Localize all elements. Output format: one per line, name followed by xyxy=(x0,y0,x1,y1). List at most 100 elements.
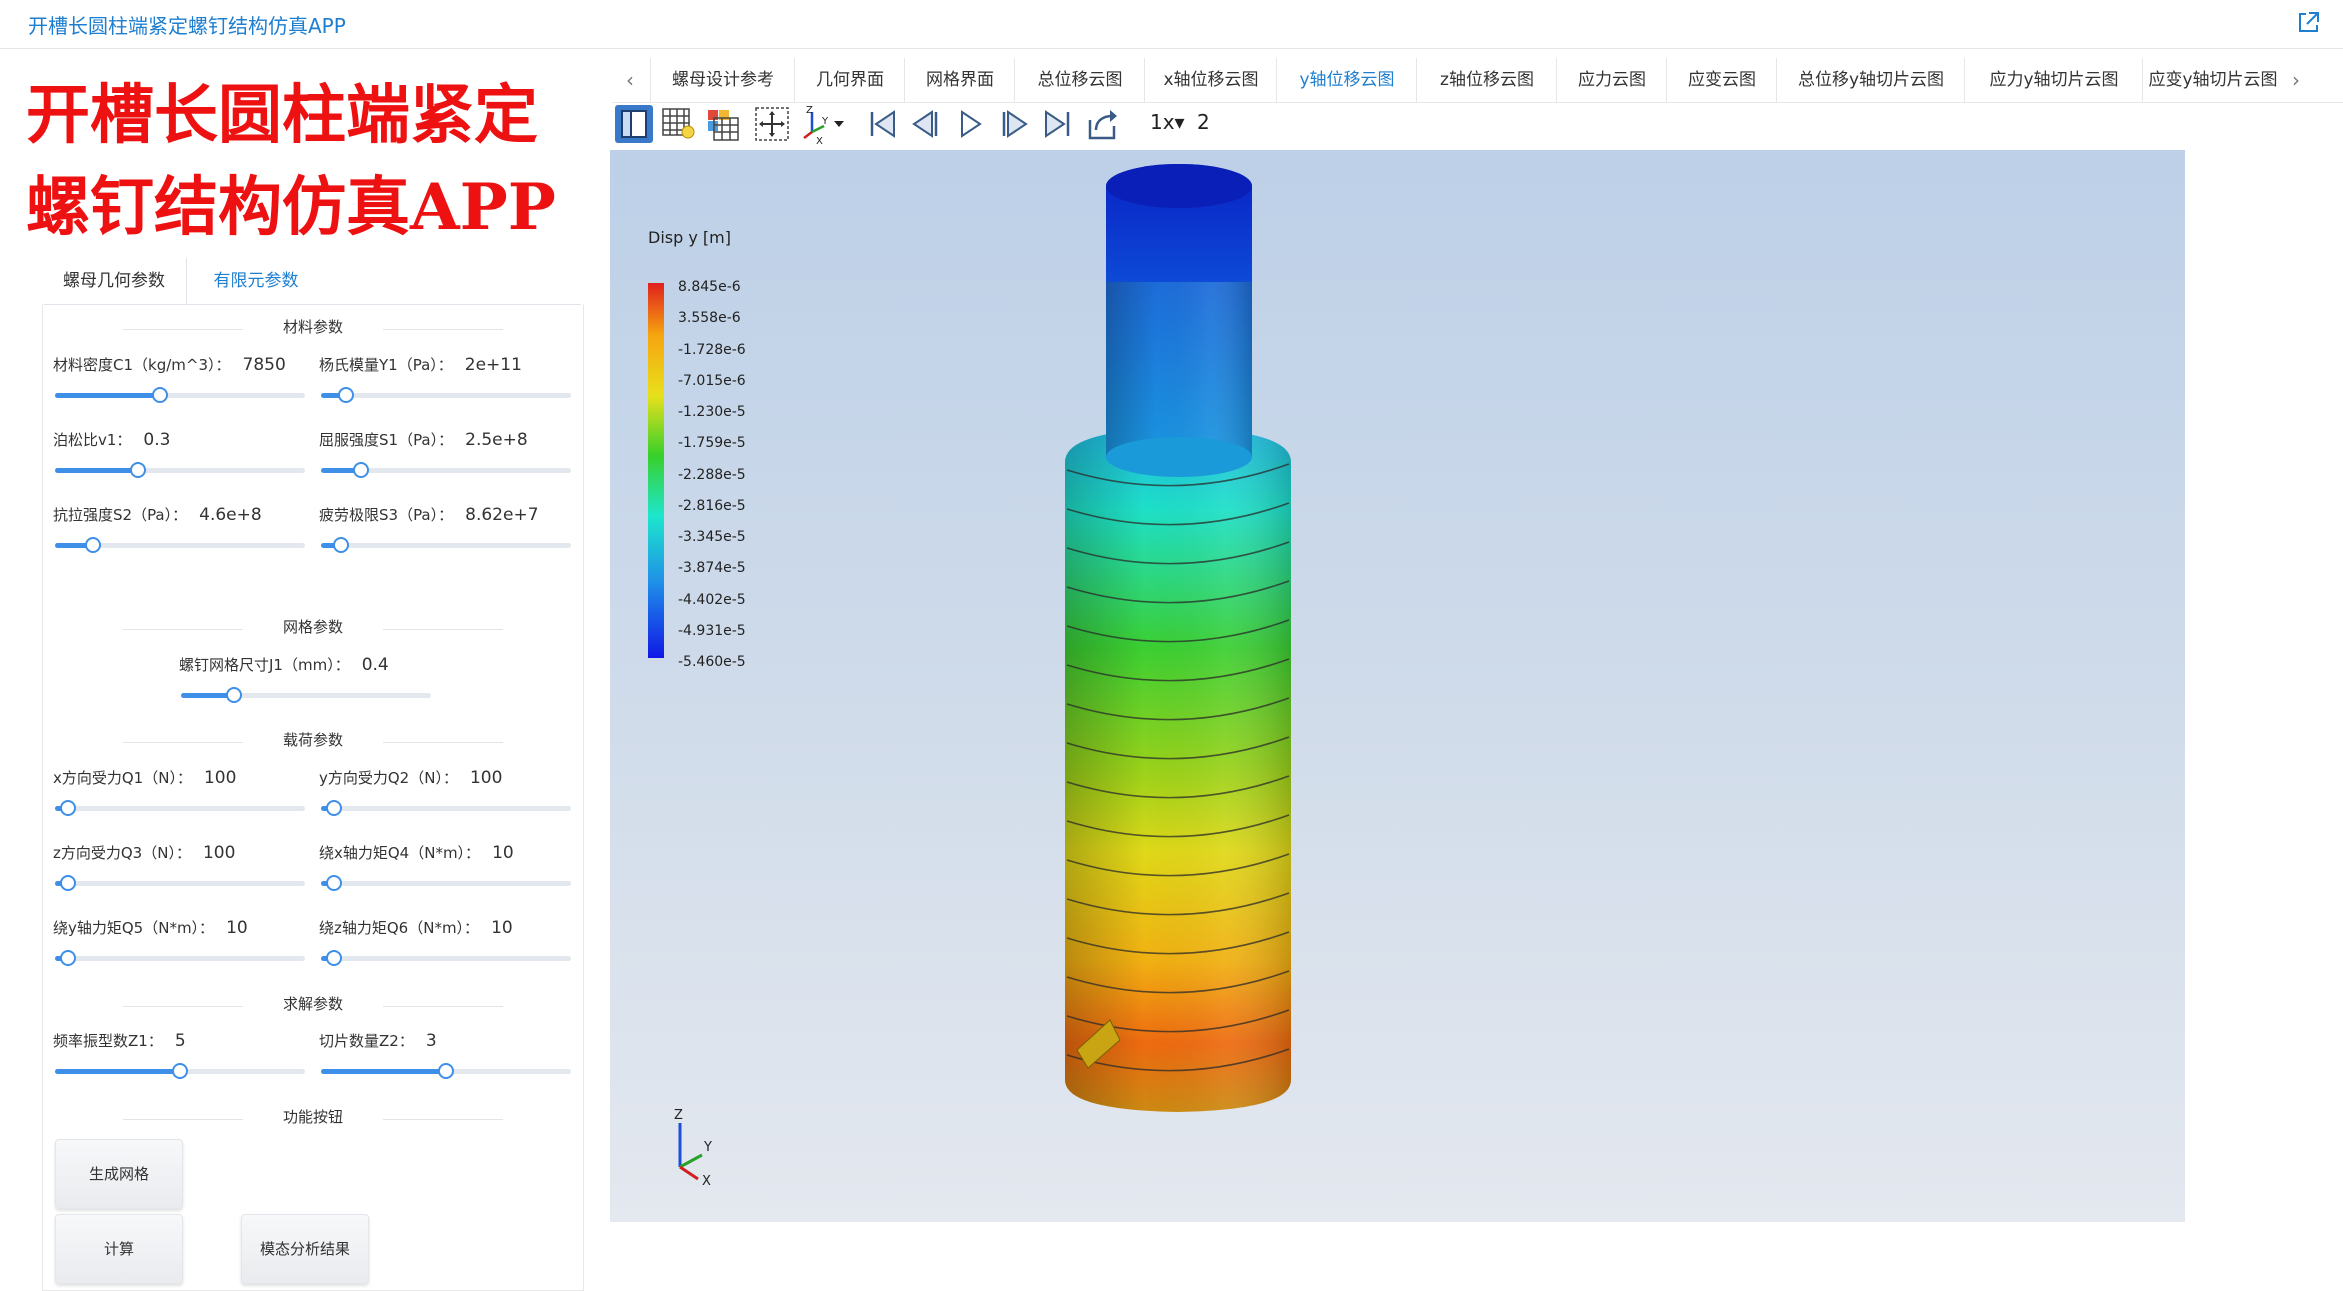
tensile-strength-slider[interactable] xyxy=(55,537,305,553)
next-frame-icon[interactable] xyxy=(994,104,1034,144)
section-mesh: 网格参数 xyxy=(243,616,383,640)
tab-strain-y-slice[interactable]: 应变y轴切片云图 xyxy=(2142,58,2283,102)
compute-button[interactable]: 计算 xyxy=(55,1214,183,1284)
force-y-slider[interactable] xyxy=(321,800,571,816)
modal-results-button[interactable]: 模态分析结果 xyxy=(241,1214,369,1284)
tab-nut-design-ref[interactable]: 螺母设计参考 xyxy=(650,58,795,102)
param-value: 3 xyxy=(425,1031,437,1051)
param-youngs-modulus: 杨氏模量Y1（Pa）： 2e+11 xyxy=(319,354,522,375)
svg-text:Y: Y xyxy=(821,116,829,127)
banner-line-1: 开槽长圆柱端紧定 xyxy=(26,78,538,153)
tab-x-disp[interactable]: x轴位移云图 xyxy=(1144,58,1277,102)
moment-z-slider[interactable] xyxy=(321,950,571,966)
tab-strain[interactable]: 应变云图 xyxy=(1666,58,1777,102)
slice-count-slider[interactable] xyxy=(321,1063,571,1079)
param-value: 4.6e+8 xyxy=(199,505,262,525)
param-slice-count: 切片数量Z2： 3 xyxy=(319,1030,437,1051)
param-density: 材料密度C1（kg/m^3）： 7850 xyxy=(53,354,286,375)
param-force-z: z方向受力Q3（N）： 100 xyxy=(53,842,235,863)
param-value: 0.4 xyxy=(361,655,389,675)
left-tabs: 螺母几何参数 有限元参数 xyxy=(44,258,581,305)
param-value: 10 xyxy=(226,918,248,938)
axis-triad: Z Y X xyxy=(660,1105,740,1189)
param-value: 2e+11 xyxy=(464,355,522,375)
param-mesh-size: 螺钉网格尺寸J1（mm）： 0.4 xyxy=(179,654,389,675)
tab-stress-y-slice[interactable]: 应力y轴切片云图 xyxy=(1964,58,2143,102)
tabs-prev-icon[interactable]: ‹ xyxy=(626,58,634,102)
param-label: 杨氏模量Y1（Pa）： xyxy=(319,356,453,374)
view-panel-icon[interactable] xyxy=(614,104,654,144)
moment-y-slider[interactable] xyxy=(55,950,305,966)
param-moment-y: 绕y轴力矩Q5（N*m）： 10 xyxy=(53,917,248,938)
yield-strength-slider[interactable] xyxy=(321,462,571,478)
param-label: 屈服强度S1（Pa）： xyxy=(319,431,454,449)
param-label: 绕z轴力矩Q6（N*m）： xyxy=(319,919,480,937)
param-moment-x: 绕x轴力矩Q4（N*m）： 10 xyxy=(319,842,514,863)
mesh-light-icon[interactable] xyxy=(658,104,698,144)
tab-fem-params[interactable]: 有限元参数 xyxy=(186,258,325,304)
speed-select[interactable]: 1x▾ xyxy=(1150,110,1185,134)
fem-params-panel: 材料参数 材料密度C1（kg/m^3）： 7850 杨氏模量Y1（Pa）： 2e+1… xyxy=(42,304,584,1291)
param-yield-strength: 屈服强度S1（Pa）： 2.5e+8 xyxy=(319,429,528,450)
param-value: 100 xyxy=(202,843,236,863)
tabs-next-icon[interactable]: › xyxy=(2292,58,2300,102)
fatigue-limit-slider[interactable] xyxy=(321,537,571,553)
banner-line-2: 螺钉结构仿真APP xyxy=(26,170,556,245)
force-z-slider[interactable] xyxy=(55,875,305,891)
tab-nut-geometry[interactable]: 螺母几何参数 xyxy=(44,258,184,304)
param-label: 泊松比v1： xyxy=(53,431,132,449)
mode-count-slider[interactable] xyxy=(55,1063,305,1079)
poisson-slider[interactable] xyxy=(55,462,305,478)
tab-geometry[interactable]: 几何界面 xyxy=(794,58,905,102)
color-table-icon[interactable] xyxy=(702,104,742,144)
param-force-x: x方向受力Q1（N）： 100 xyxy=(53,767,236,788)
tab-mesh[interactable]: 网格界面 xyxy=(904,58,1015,102)
param-label: y方向受力Q2（N）： xyxy=(319,769,458,787)
left-panel: 开槽长圆柱端紧定 螺钉结构仿真APP 螺母几何参数 有限元参数 材料参数 材料密… xyxy=(0,48,606,1291)
mesh-size-slider[interactable] xyxy=(181,687,431,703)
tab-total-disp[interactable]: 总位移云图 xyxy=(1014,58,1145,102)
param-label: 螺钉网格尺寸J1（mm）： xyxy=(179,656,350,674)
force-x-slider[interactable] xyxy=(55,800,305,816)
param-moment-z: 绕z轴力矩Q6（N*m）： 10 xyxy=(319,917,513,938)
external-link-icon[interactable] xyxy=(2295,10,2321,36)
param-value: 8.62e+7 xyxy=(465,505,539,525)
tab-y-disp[interactable]: y轴位移云图 xyxy=(1276,58,1417,102)
previous-frame-icon[interactable] xyxy=(906,104,946,144)
render-viewport[interactable]: Disp y [m] 8.845e-6 3.558e-6 -1.728e-6 -7.0… xyxy=(610,150,2185,1222)
density-slider[interactable] xyxy=(55,387,305,403)
first-frame-icon[interactable] xyxy=(862,104,902,144)
param-fatigue-limit: 疲劳极限S3（Pa）： 8.62e+7 xyxy=(319,504,539,525)
triad-y-label: Y xyxy=(703,1140,712,1155)
param-value: 10 xyxy=(492,843,514,863)
param-tensile-strength: 抗拉强度S2（Pa）： 4.6e+8 xyxy=(53,504,262,525)
param-label: z方向受力Q3（N）： xyxy=(53,844,191,862)
param-label: 切片数量Z2： xyxy=(319,1032,414,1050)
svg-text:X: X xyxy=(816,136,823,144)
param-label: 材料密度C1（kg/m^3）： xyxy=(53,356,231,374)
tab-stress[interactable]: 应力云图 xyxy=(1556,58,1667,102)
banner-title: 开槽长圆柱端紧定 螺钉结构仿真APP xyxy=(26,70,606,254)
svg-text:Z: Z xyxy=(806,105,813,116)
screw-model[interactable] xyxy=(610,150,2185,1222)
tab-total-disp-y-slice[interactable]: 总位移y轴切片云图 xyxy=(1776,58,1965,102)
youngs-modulus-slider[interactable] xyxy=(321,387,571,403)
axes-orientation-icon[interactable]: ZY X xyxy=(798,104,848,147)
export-icon[interactable] xyxy=(1082,104,1122,144)
section-load: 载荷参数 xyxy=(243,729,383,753)
section-material: 材料参数 xyxy=(243,316,383,340)
tab-z-disp[interactable]: z轴位移云图 xyxy=(1416,58,1557,102)
app-title: 开槽长圆柱端紧定螺钉结构仿真APP xyxy=(28,14,346,38)
param-value: 10 xyxy=(491,918,513,938)
generate-mesh-button[interactable]: 生成网格 xyxy=(55,1139,183,1209)
param-value: 2.5e+8 xyxy=(465,430,528,450)
screw-stem xyxy=(1106,164,1252,477)
play-icon[interactable] xyxy=(950,104,990,144)
param-label: 抗拉强度S2（Pa）： xyxy=(53,506,188,524)
param-value: 5 xyxy=(174,1031,186,1051)
fit-view-icon[interactable] xyxy=(752,104,792,144)
thread-body xyxy=(1065,428,1291,1112)
moment-x-slider[interactable] xyxy=(321,875,571,891)
last-frame-icon[interactable] xyxy=(1038,104,1078,144)
param-label: x方向受力Q1（N）： xyxy=(53,769,192,787)
